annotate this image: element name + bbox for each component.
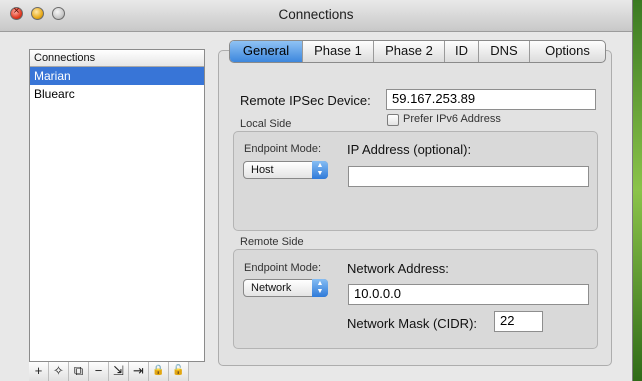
local-side-title: Local Side bbox=[240, 118, 292, 130]
connections-toolbar: + ✧ ⧉ − ⇲ ⇥ 🔒 🔓 bbox=[29, 362, 205, 381]
tab-options[interactable]: Options bbox=[529, 41, 605, 62]
prefer-ipv6-label: Prefer IPv6 Address bbox=[403, 113, 501, 125]
local-endpoint-mode-popup[interactable]: Host ▲ ▼ bbox=[243, 161, 328, 179]
import-icon: ⇲ bbox=[113, 363, 124, 378]
wizard-button[interactable]: ✧ bbox=[49, 362, 69, 381]
local-endpoint-mode-value: Host bbox=[251, 164, 274, 176]
import-connection-button[interactable]: ⇲ bbox=[109, 362, 129, 381]
duplicate-icon: ⧉ bbox=[73, 363, 84, 378]
add-connection-button[interactable]: + bbox=[29, 362, 49, 381]
ip-address-field[interactable] bbox=[348, 166, 589, 187]
export-connection-button[interactable]: ⇥ bbox=[129, 362, 149, 381]
network-address-field[interactable]: 10.0.0.0 bbox=[348, 284, 589, 305]
desktop-background bbox=[633, 0, 642, 381]
lock-button[interactable]: 🔒 bbox=[149, 362, 169, 381]
remote-device-field[interactable]: 59.167.253.89 bbox=[386, 89, 596, 110]
title-bar[interactable]: Connections bbox=[0, 0, 632, 32]
tab-phase-2[interactable]: Phase 2 bbox=[373, 41, 444, 62]
connections-window: Connections Connections Marian Bluearc +… bbox=[0, 0, 633, 381]
connections-list-header[interactable]: Connections bbox=[30, 50, 204, 67]
remove-connection-button[interactable]: − bbox=[89, 362, 109, 381]
unlock-button[interactable]: 🔓 bbox=[169, 362, 189, 381]
remote-endpoint-mode-value: Network bbox=[251, 282, 292, 294]
ip-address-label: IP Address (optional): bbox=[347, 142, 472, 157]
window-title: Connections bbox=[278, 7, 354, 22]
export-icon: ⇥ bbox=[133, 363, 144, 378]
prefer-ipv6-checkbox[interactable] bbox=[387, 114, 399, 126]
connection-item-marian[interactable]: Marian bbox=[30, 67, 204, 85]
network-address-label: Network Address: bbox=[347, 261, 449, 276]
remote-endpoint-mode-label: Endpoint Mode: bbox=[244, 262, 322, 274]
lock-icon: 🔒 bbox=[152, 365, 165, 376]
magic-wand-icon: ✧ bbox=[53, 363, 64, 378]
network-mask-field[interactable]: 22 bbox=[494, 311, 543, 332]
remote-side-title: Remote Side bbox=[240, 236, 304, 248]
tab-id[interactable]: ID bbox=[444, 41, 478, 62]
connections-list[interactable]: Connections Marian Bluearc bbox=[29, 49, 205, 362]
unlock-icon: 🔓 bbox=[172, 365, 185, 376]
tab-general[interactable]: General bbox=[230, 41, 302, 62]
connection-item-bluearc[interactable]: Bluearc bbox=[30, 85, 204, 103]
duplicate-connection-button[interactable]: ⧉ bbox=[69, 362, 89, 381]
popup-arrows-icon: ▲ ▼ bbox=[312, 161, 328, 179]
tab-dns[interactable]: DNS bbox=[478, 41, 529, 62]
popup-arrows-icon: ▲ ▼ bbox=[312, 279, 328, 297]
remote-device-label: Remote IPSec Device: bbox=[240, 93, 371, 108]
tab-phase-1[interactable]: Phase 1 bbox=[302, 41, 373, 62]
network-mask-label: Network Mask (CIDR): bbox=[347, 316, 478, 331]
local-endpoint-mode-label: Endpoint Mode: bbox=[244, 143, 322, 155]
tab-bar: General Phase 1 Phase 2 ID DNS Options bbox=[229, 40, 606, 63]
remote-endpoint-mode-popup[interactable]: Network ▲ ▼ bbox=[243, 279, 328, 297]
